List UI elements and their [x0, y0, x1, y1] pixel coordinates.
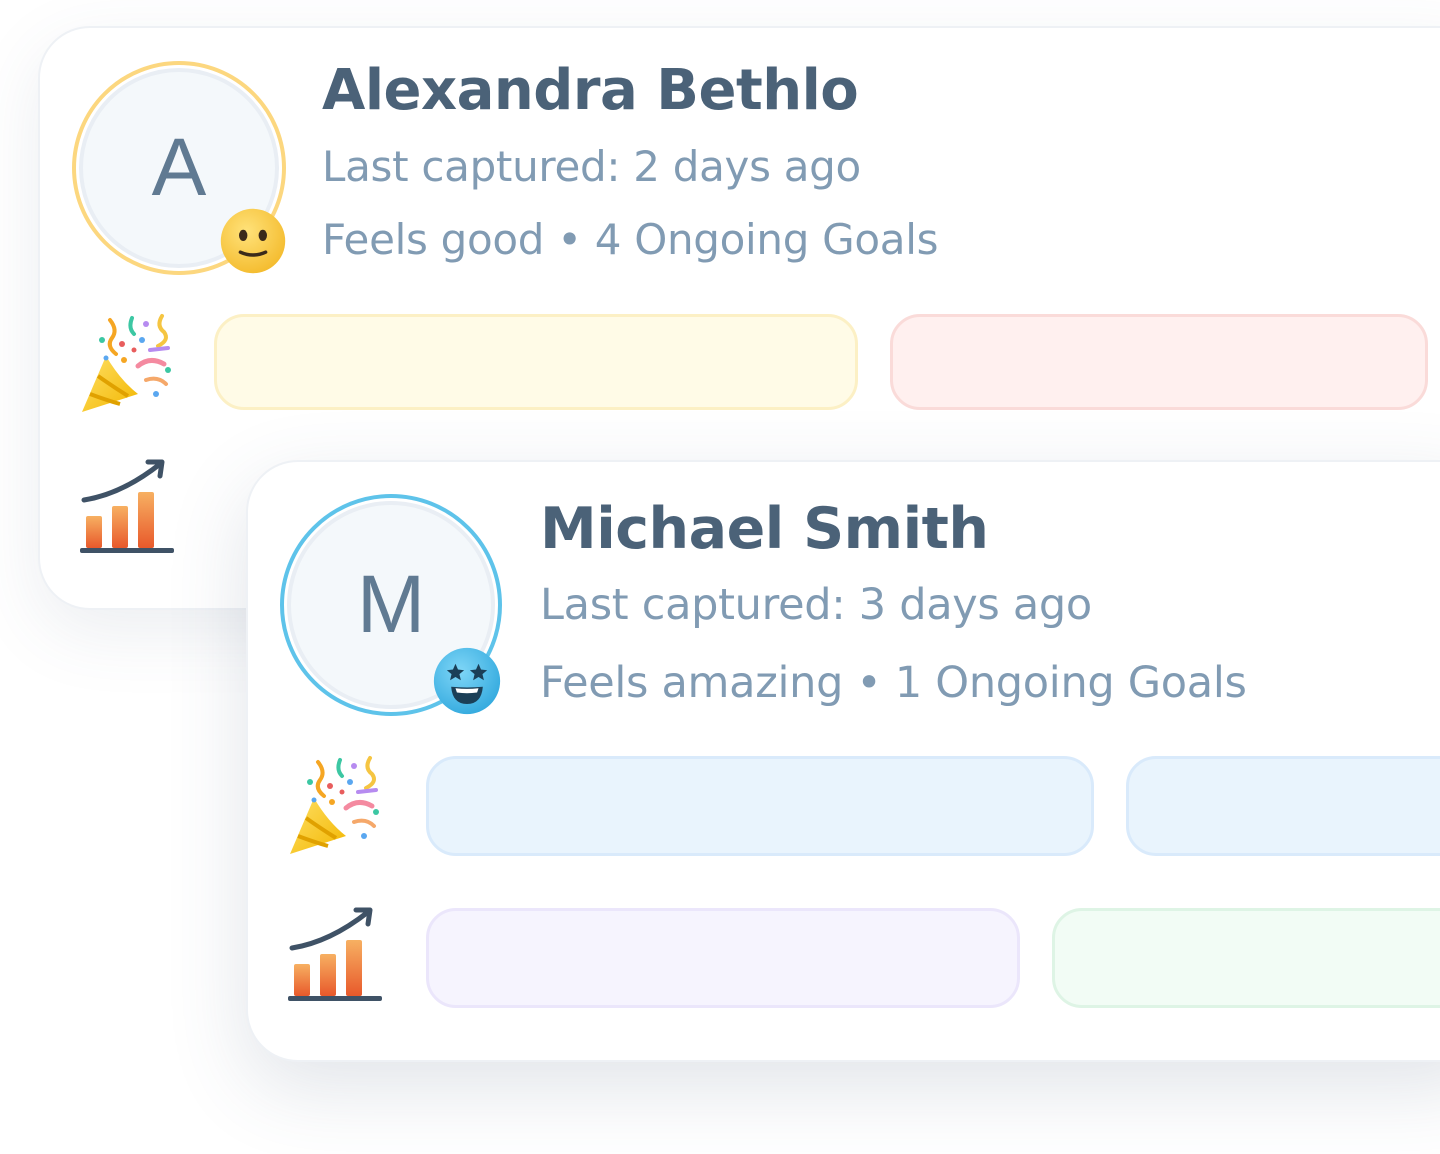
bar-chart-growth-icon: [286, 902, 386, 1006]
last-captured-text: Last captured: 3 days ago: [540, 580, 1092, 630]
celebration-pill-2[interactable]: [1126, 756, 1440, 856]
neutral-smile-face-icon: [218, 206, 288, 276]
avatar-initial: A: [151, 122, 207, 213]
status-line-text: Feels good • 4 Ongoing Goals: [322, 215, 939, 264]
last-captured-text: Last captured: 2 days ago: [322, 142, 861, 191]
celebration-pill-1[interactable]: [426, 756, 1094, 856]
status-line-text: Feels amazing • 1 Ongoing Goals: [540, 658, 1247, 708]
progress-pill-1[interactable]: [426, 908, 1020, 1008]
celebration-pill-1[interactable]: [214, 314, 858, 410]
profile-card-michael[interactable]: M Michael Smith Last captured: 3 days ag…: [246, 460, 1440, 1062]
party-popper-icon: [284, 752, 384, 862]
bar-chart-growth-icon: [78, 456, 178, 556]
party-popper-icon: [76, 310, 176, 420]
stage: A Alexandra Bethlo Last captured: 2 days…: [0, 0, 1440, 1154]
star-eyes-face-icon: [431, 645, 503, 717]
profile-name: Alexandra Bethlo: [322, 58, 859, 123]
progress-pill-2[interactable]: [1052, 908, 1440, 1008]
avatar-initial: M: [356, 559, 426, 650]
celebration-pill-2[interactable]: [890, 314, 1428, 410]
profile-name: Michael Smith: [540, 496, 989, 562]
